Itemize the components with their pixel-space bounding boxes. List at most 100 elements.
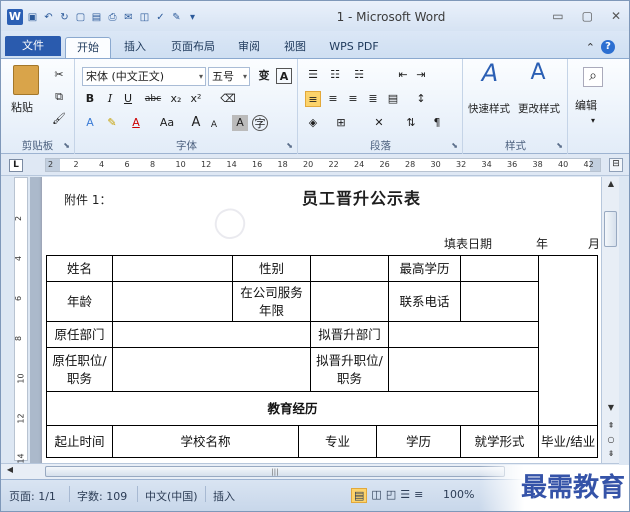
print-layout-icon[interactable]: ▤ [351,488,368,503]
minimize-ribbon-icon[interactable]: ⌃ [586,41,595,54]
font-name-select[interactable]: 宋体 (中文正文) ▾ [82,67,206,86]
view-ruler-icon[interactable]: ⊟ [609,158,623,172]
bullets-icon[interactable]: ☰ [305,67,321,83]
font-launcher-icon[interactable]: ⬊ [286,141,293,150]
draft-view-icon[interactable]: ≡ [414,488,423,503]
clear-format-icon[interactable]: ⌫ [220,91,236,107]
styles-launcher-icon[interactable]: ⬊ [556,141,563,150]
tab-layout[interactable]: 页面布局 [163,37,223,58]
next-page-icon[interactable]: ⇟ [604,449,618,463]
paste-button[interactable]: 粘贴 [11,99,33,115]
cell-value-gender[interactable] [310,255,389,282]
tab-review[interactable]: 审阅 [231,37,267,58]
tab-selector[interactable]: L [9,159,23,172]
change-case-button[interactable]: Aa [156,115,178,131]
cell-value-name[interactable] [112,255,233,282]
tab-file[interactable]: 文件 [5,36,61,56]
cell-photo[interactable] [537,255,599,426]
outline-view-icon[interactable]: ☰ [400,488,410,503]
cell-value-age[interactable] [112,281,233,322]
cut-icon[interactable]: ✂ [51,67,67,83]
decrease-indent-icon[interactable]: ⇤ [395,67,411,83]
align-center-icon[interactable]: ≡ [325,91,341,107]
scroll-left-icon[interactable]: ◀ [3,465,17,479]
distributed-icon[interactable]: ▤ [385,91,401,107]
tab-view[interactable]: 视图 [277,37,313,58]
quick-styles-icon[interactable]: A [478,61,502,93]
borders-icon[interactable]: ⊞ [333,115,349,131]
paste-icon[interactable] [13,65,39,95]
line-spacing-icon[interactable]: ↕ [413,91,429,107]
grow-font-button[interactable]: A [188,115,204,131]
cell-value-new-dept[interactable] [388,321,539,348]
justify-icon[interactable]: ≣ [365,91,381,107]
bold-button[interactable]: B [82,91,98,107]
paragraph-launcher-icon[interactable]: ⬊ [451,141,458,150]
phonetic-guide-button[interactable]: 变 [256,68,272,84]
editing-button[interactable]: 编辑 [575,97,597,113]
text-effect-icon[interactable]: A [82,115,98,131]
font-color-icon[interactable]: A [128,115,144,131]
web-layout-icon[interactable]: ◰ [386,488,396,503]
format-painter-icon[interactable]: 🖌 [51,111,67,127]
show-marks-icon[interactable]: ¶ [429,115,445,131]
vertical-scroll-thumb[interactable] [604,211,617,247]
enclose-char-icon[interactable]: 字 [252,115,268,131]
char-border-button[interactable]: A [276,68,292,84]
vertical-ruler[interactable]: 2 4 6 8 10 12 14 [14,177,28,464]
clipboard-launcher-icon[interactable]: ⬊ [63,141,70,150]
status-language[interactable]: 中文(中国) [145,488,198,504]
sort-icon[interactable]: ⇅ [403,115,419,131]
change-styles-button[interactable]: 更改样式 [518,101,560,116]
status-mode[interactable]: 插入 [213,488,235,504]
cell-value-phone[interactable] [460,281,539,322]
strikethrough-button[interactable]: abc [142,91,164,107]
status-page[interactable]: 页面: 1/1 [9,488,56,504]
underline-button[interactable]: U [120,91,136,107]
quick-styles-button[interactable]: 快速样式 [468,101,510,116]
highlight-icon[interactable]: ✎ [104,115,120,131]
char-shading-icon[interactable]: A [232,115,248,131]
find-icon[interactable]: ⌕ [583,67,603,87]
cell-value-new-pos[interactable] [388,347,539,392]
minimize-icon[interactable]: ▭ [552,9,563,23]
document-area[interactable]: ◯ 附件 1： 员工晋升公示表 填表日期 年 月 姓名 性别 最高学历 年龄 在… [30,177,601,463]
help-icon[interactable]: ? [601,40,615,54]
tab-home[interactable]: 开始 [65,37,111,58]
promotion-form-table[interactable]: 姓名 性别 最高学历 年龄 在公司服务年限 联系电话 原任部门 拟晋升部门 原任… [46,255,599,458]
editing-dropdown-icon[interactable]: ▾ [585,113,601,129]
superscript-button[interactable]: x² [188,91,204,107]
status-words[interactable]: 字数: 109 [77,488,127,504]
multilevel-list-icon[interactable]: ☵ [351,67,367,83]
cell-value-orig-pos[interactable] [112,347,311,392]
maximize-icon[interactable]: ▢ [582,9,593,23]
align-right-icon[interactable]: ≡ [345,91,361,107]
browse-object-icon[interactable]: ○ [604,435,618,449]
tab-insert[interactable]: 插入 [117,37,153,58]
shrink-font-button[interactable]: A [206,117,222,133]
scroll-up-icon[interactable]: ▲ [604,179,618,193]
zoom-level[interactable]: 100% [443,488,474,501]
chinese-layout-icon[interactable]: ✕ [371,115,387,131]
italic-button[interactable]: I [102,91,118,107]
reading-layout-icon[interactable]: ◫ [371,488,381,503]
cell-value-orig-dept[interactable] [112,321,311,348]
document-page[interactable]: ◯ 附件 1： 员工晋升公示表 填表日期 年 月 姓名 性别 最高学历 年龄 在… [42,177,601,463]
horizontal-ruler[interactable]: 2 2 4 6 8 10 12 14 16 18 20 22 24 26 28 30 32 34 36 38 40 42 [45,158,601,172]
align-left-icon[interactable]: ≡ [305,91,321,107]
font-size-select[interactable]: 五号 ▾ [208,67,250,86]
close-icon[interactable]: ✕ [611,9,621,23]
cell-value-tenure[interactable] [310,281,389,322]
numbering-icon[interactable]: ☷ [327,67,343,83]
subscript-button[interactable]: x₂ [168,91,184,107]
scroll-down-icon[interactable]: ▼ [604,403,618,417]
cell-value-education[interactable] [460,255,539,282]
copy-icon[interactable]: ⧉ [51,89,67,105]
shading-icon[interactable]: ◈ [305,115,321,131]
horizontal-scroll-thumb[interactable]: ||| [45,466,505,477]
tab-wps-pdf[interactable]: WPS PDF [323,37,385,58]
increase-indent-icon[interactable]: ⇥ [413,67,429,83]
prev-page-icon[interactable]: ⇞ [604,421,618,435]
vertical-scrollbar[interactable]: ▲ ▼ ⇞ ○ ⇟ [601,177,619,463]
change-styles-icon[interactable]: A [526,62,550,93]
